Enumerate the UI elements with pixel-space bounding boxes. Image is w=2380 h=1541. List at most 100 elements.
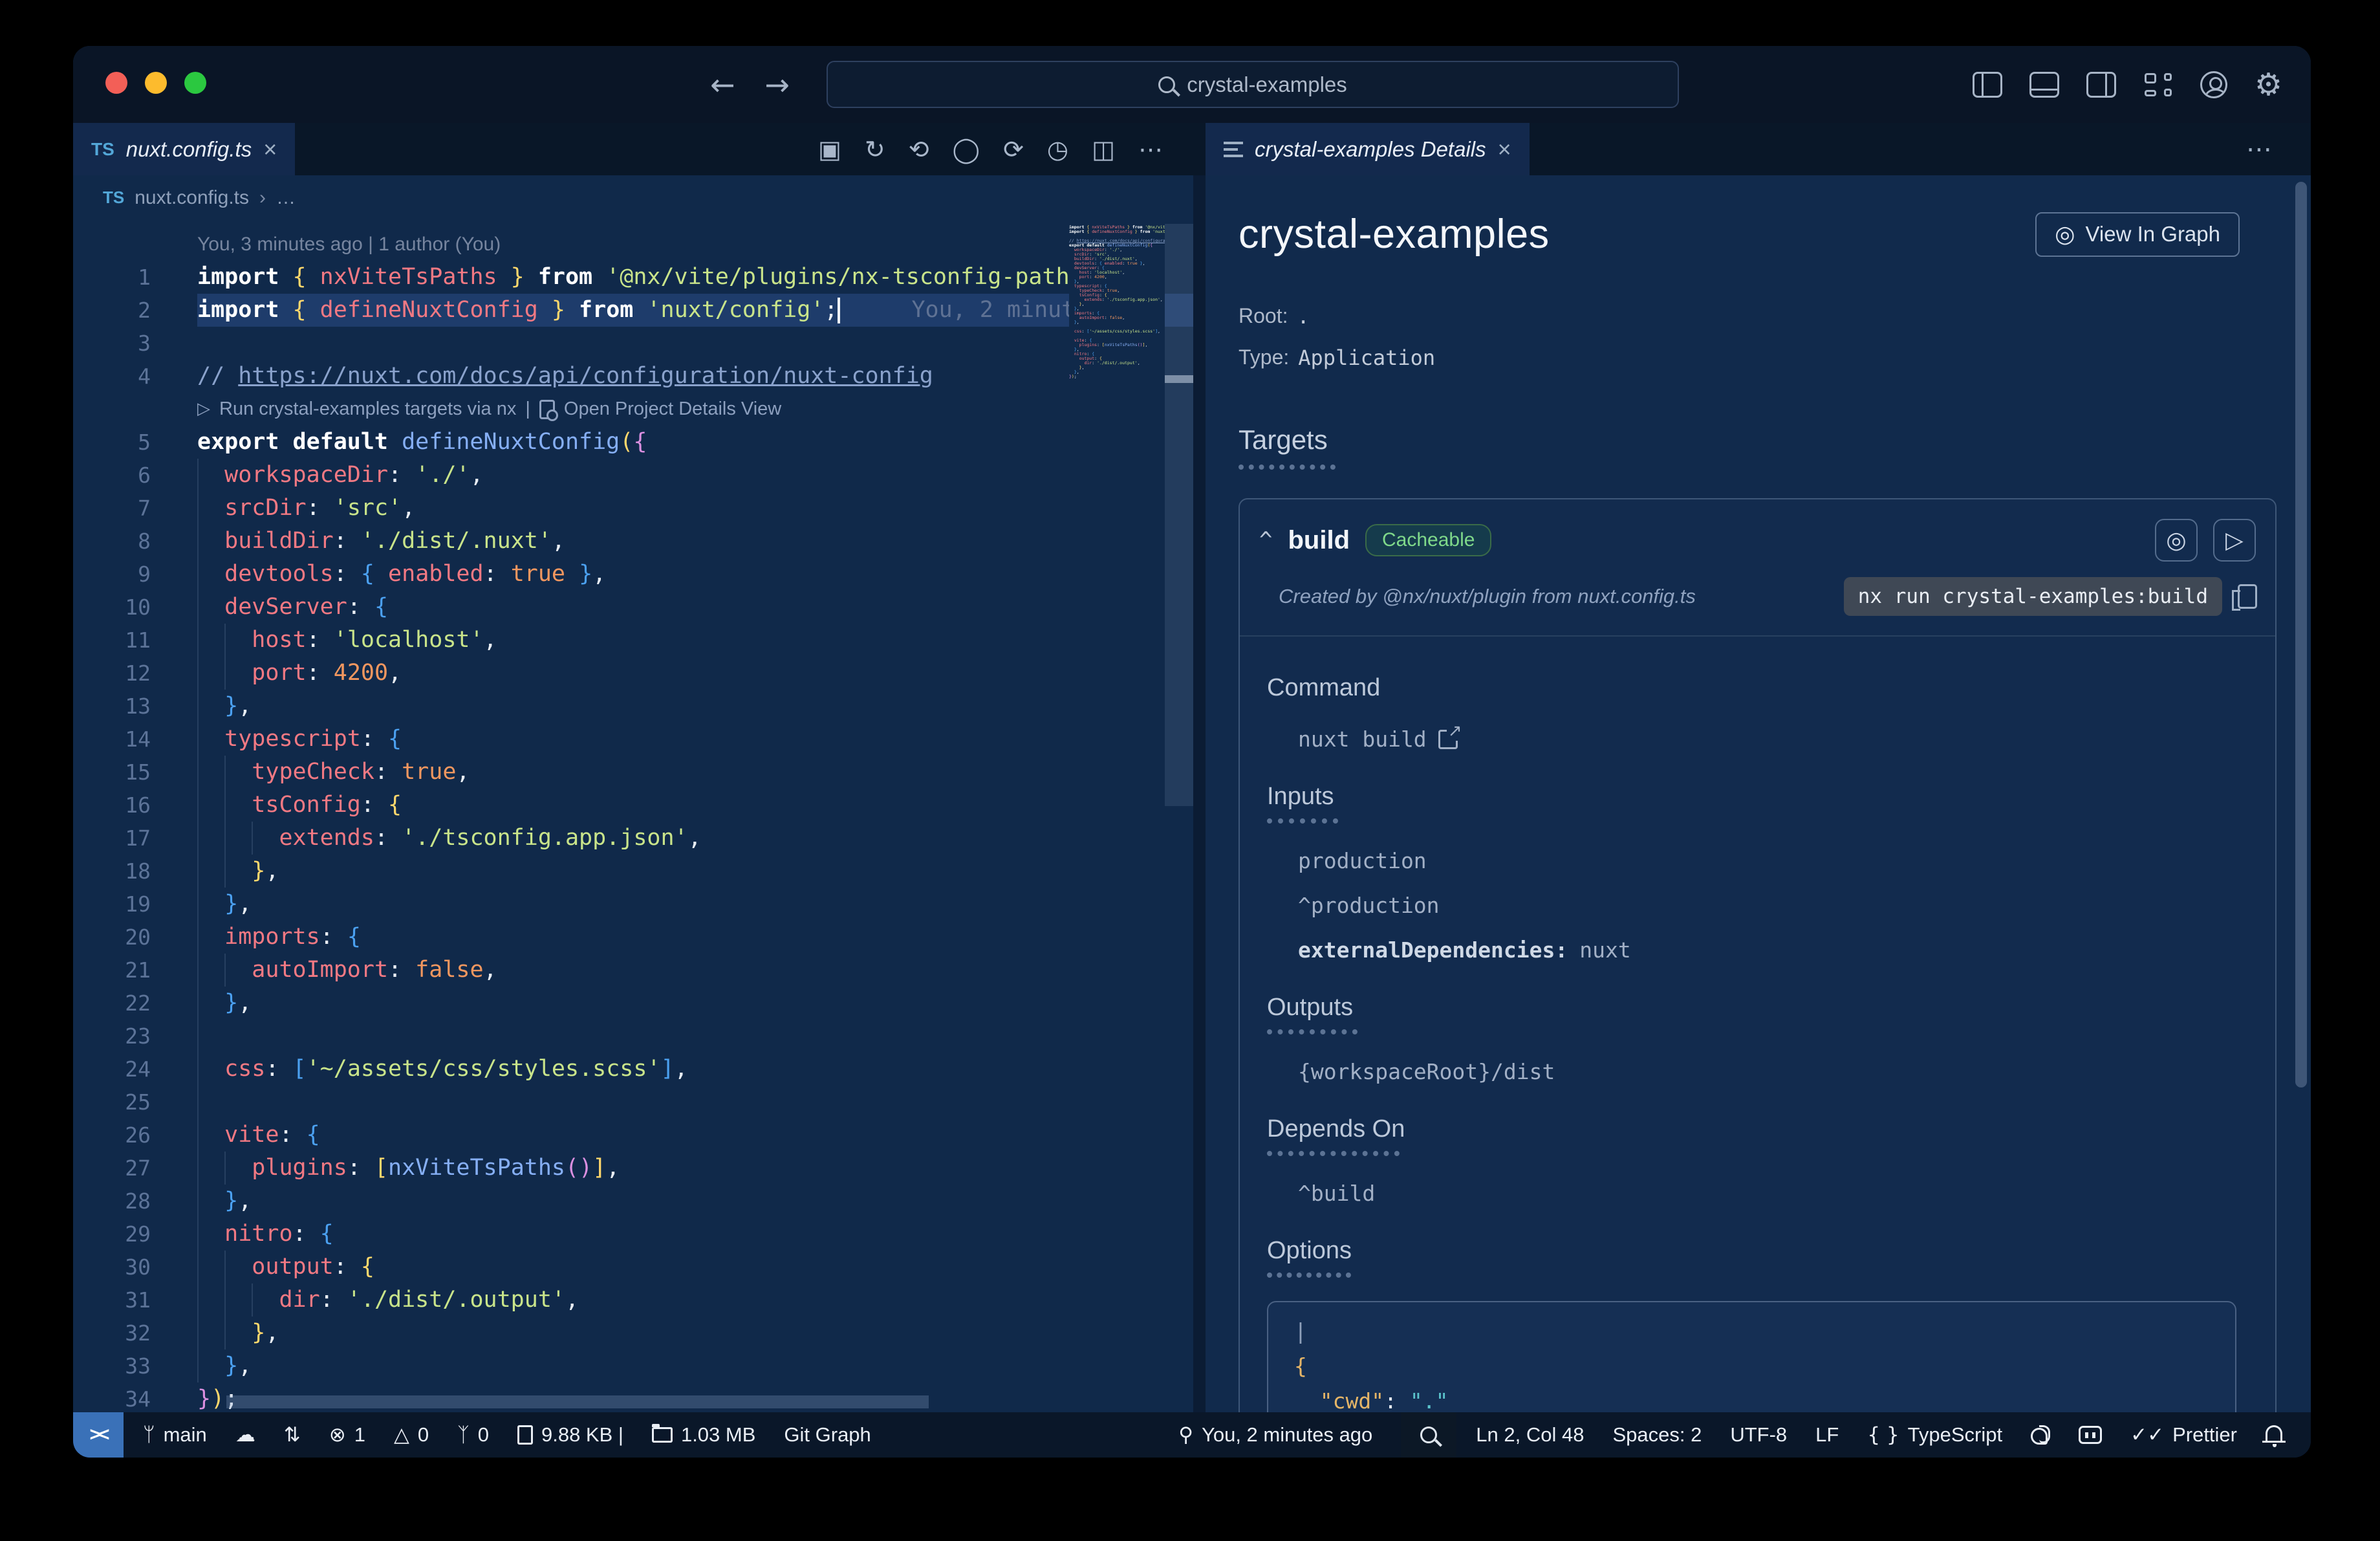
next-change-icon[interactable]: ⟳ — [1003, 135, 1024, 164]
code-line-14[interactable]: 14 typescript: { — [73, 723, 1193, 756]
code-line-33[interactable]: 33 }, — [73, 1350, 1193, 1383]
status-typescript[interactable]: { } TypeScript — [1867, 1423, 2002, 1447]
remote-indicator[interactable]: >< — [73, 1412, 124, 1458]
status-9-88-kb[interactable]: 9.88 KB | — [517, 1423, 623, 1447]
code-line-23[interactable]: 23 — [73, 1020, 1193, 1053]
maximize-window-button[interactable] — [184, 72, 206, 94]
status-0[interactable]: △ 0 — [394, 1423, 429, 1447]
navigate-back-icon[interactable]: ← — [710, 67, 735, 102]
code-line-31[interactable]: 31 dir: './dist/.output', — [73, 1284, 1193, 1317]
code-line-17[interactable]: 17 extends: './tsconfig.app.json', — [73, 822, 1193, 855]
status-utf-8[interactable]: UTF-8 — [1730, 1423, 1787, 1447]
open-changes-icon[interactable]: ▣ — [818, 135, 841, 164]
breadcrumb-symbol[interactable]: … — [276, 187, 296, 209]
code-line-8[interactable]: 8 buildDir: './dist/.nuxt', — [73, 525, 1193, 558]
codelens-run-link[interactable]: Run crystal-examples targets via nx — [219, 393, 516, 426]
timeline-icon[interactable]: ◷ — [1047, 135, 1068, 164]
customize-layout-icon[interactable] — [2143, 72, 2173, 98]
horizontal-scrollbar[interactable] — [226, 1395, 929, 1408]
run-target-button[interactable]: ▷ — [2213, 519, 2256, 562]
account-icon[interactable] — [2200, 71, 2227, 98]
code-line-21[interactable]: 21 autoImport: false, — [73, 954, 1193, 987]
current-change-icon[interactable]: ◯ — [953, 135, 980, 164]
tab-project-details[interactable]: crystal-examples Details × — [1206, 123, 1530, 175]
status-0[interactable]: ᛉ0 — [457, 1423, 489, 1447]
view-in-graph-button[interactable]: ◎ View In Graph — [2035, 212, 2240, 257]
code-line-10[interactable]: 10 devServer: { — [73, 591, 1193, 624]
status-prettier[interactable]: ✓✓ Prettier — [2130, 1423, 2237, 1447]
status-git-graph[interactable]: Git Graph — [784, 1423, 871, 1447]
code-line-32[interactable]: 32 }, — [73, 1317, 1193, 1350]
toggle-sidebar-right-icon[interactable] — [2086, 71, 2116, 98]
breadcrumb[interactable]: TS nuxt.config.ts › … — [73, 175, 1193, 220]
code-editor[interactable]: You, 3 minutes ago | 1 author (You) 1 impo… — [73, 220, 1193, 1412]
code-line-11[interactable]: 11 host: 'localhost', — [73, 624, 1193, 657]
status-git-compare[interactable]: ⇅ — [284, 1423, 301, 1447]
run-target-icon[interactable]: ▷ — [197, 393, 210, 426]
toggle-panel-bottom-icon[interactable] — [2029, 71, 2059, 98]
code-line-24[interactable]: 24 css: ['~/assets/css/styles.scss'], — [73, 1053, 1193, 1086]
code-line-1[interactable]: 1 import { nxViteTsPaths } from '@nx/vite… — [73, 261, 1193, 294]
status-lf[interactable]: LF — [1815, 1423, 1839, 1447]
close-window-button[interactable] — [105, 72, 127, 94]
status-bell[interactable] — [2262, 1425, 2286, 1447]
code-line-26[interactable]: 26 vite: { — [73, 1119, 1193, 1152]
codelens-details-link[interactable]: Open Project Details View — [564, 393, 781, 426]
minimize-window-button[interactable] — [145, 72, 167, 94]
code-line-19[interactable]: 19 }, — [73, 888, 1193, 921]
status-spaces-2[interactable]: Spaces: 2 — [1612, 1423, 1702, 1447]
code-line-3[interactable]: 3 — [73, 327, 1193, 360]
zoom-status-item[interactable] — [1401, 1412, 1457, 1458]
code-line-4[interactable]: 4// https://nuxt.com/docs/api/configurat… — [73, 360, 1193, 393]
external-link-icon[interactable] — [1438, 721, 1462, 749]
status-main[interactable]: ᛘ main — [143, 1423, 207, 1447]
breadcrumb-file[interactable]: nuxt.config.ts — [135, 187, 249, 209]
refresh-icon[interactable]: ↻ — [865, 135, 885, 164]
status-robot[interactable] — [2079, 1426, 2103, 1444]
code-line-5[interactable]: 5 export default defineNuxtConfig({ — [73, 426, 1193, 459]
nx-run-command-chip[interactable]: nx run crystal-examples:build — [1843, 577, 2222, 616]
code-line-6[interactable]: 6 workspaceDir: './', — [73, 459, 1193, 492]
code-line-12[interactable]: 12 port: 4200, — [73, 657, 1193, 690]
view-in-graph-label: View In Graph — [2085, 222, 2220, 246]
code-line-22[interactable]: 22 }, — [73, 987, 1193, 1020]
copy-command-icon[interactable] — [2232, 584, 2257, 611]
code-line-25[interactable]: 25 — [73, 1086, 1193, 1119]
view-target-in-graph-button[interactable]: ◎ — [2155, 519, 2198, 562]
panel-more-actions-icon[interactable]: ⋯ — [2246, 123, 2272, 175]
tab-nuxt-config[interactable]: TS nuxt.config.ts × — [73, 123, 296, 175]
command-center-search[interactable]: crystal-examples — [827, 61, 1679, 108]
panel-scrollbar[interactable] — [2295, 182, 2307, 1087]
navigate-forward-icon[interactable]: → — [765, 67, 790, 102]
code-line-13[interactable]: 13 }, — [73, 690, 1193, 723]
code-line-7[interactable]: 7 srcDir: 'src', — [73, 492, 1193, 525]
codelens-row[interactable]: ▷ Run crystal-examples targets via nx | Ope… — [73, 393, 1193, 426]
code-line-15[interactable]: 15 typeCheck: true, — [73, 756, 1193, 789]
settings-gear-icon[interactable]: ⚙ — [2255, 67, 2282, 103]
status-you-2-minutes-ago[interactable]: ⚲ You, 2 minutes ago — [1178, 1423, 1372, 1447]
code-line-30[interactable]: 30 output: { — [73, 1251, 1193, 1284]
code-line-29[interactable]: 29 nitro: { — [73, 1218, 1193, 1251]
code-line-16[interactable]: 16 tsConfig: { — [73, 789, 1193, 822]
minimap[interactable]: import { nxViteTsPaths } from '@nx/vite/… — [1069, 220, 1165, 1412]
code-line-28[interactable]: 28 }, — [73, 1185, 1193, 1218]
blame-annotation: You, 3 minutes ago | 1 author (You) — [197, 234, 501, 255]
vertical-scrollbar[interactable] — [1165, 224, 1193, 806]
code-line-27[interactable]: 27 plugins: [nxViteTsPaths()], — [73, 1152, 1193, 1185]
status-ln-2-col-48[interactable]: Ln 2, Col 48 — [1476, 1423, 1584, 1447]
more-actions-icon[interactable]: ⋯ — [1138, 135, 1163, 164]
code-line-18[interactable]: 18 }, — [73, 855, 1193, 888]
prev-change-icon[interactable]: ⟲ — [909, 135, 929, 164]
status-1[interactable]: ⊗ 1 — [329, 1423, 365, 1447]
code-line-20[interactable]: 20 imports: { — [73, 921, 1193, 954]
code-line-9[interactable]: 9 devtools: { enabled: true }, — [73, 558, 1193, 591]
close-tab-icon[interactable]: × — [263, 136, 277, 163]
toggle-sidebar-left-icon[interactable] — [1972, 71, 2002, 98]
code-line-2[interactable]: 2 import { defineNuxtConfig } from 'nuxt/… — [73, 294, 1193, 327]
status-squirrel[interactable] — [2031, 1425, 2051, 1445]
collapse-chevron-icon[interactable]: ^ — [1259, 527, 1272, 553]
status-cloud-upload[interactable]: ☁ — [235, 1423, 255, 1447]
status-1-03-mb[interactable]: 1.03 MB — [651, 1423, 755, 1447]
split-editor-icon[interactable]: ◫ — [1092, 135, 1115, 164]
close-panel-tab-icon[interactable]: × — [1498, 136, 1511, 163]
